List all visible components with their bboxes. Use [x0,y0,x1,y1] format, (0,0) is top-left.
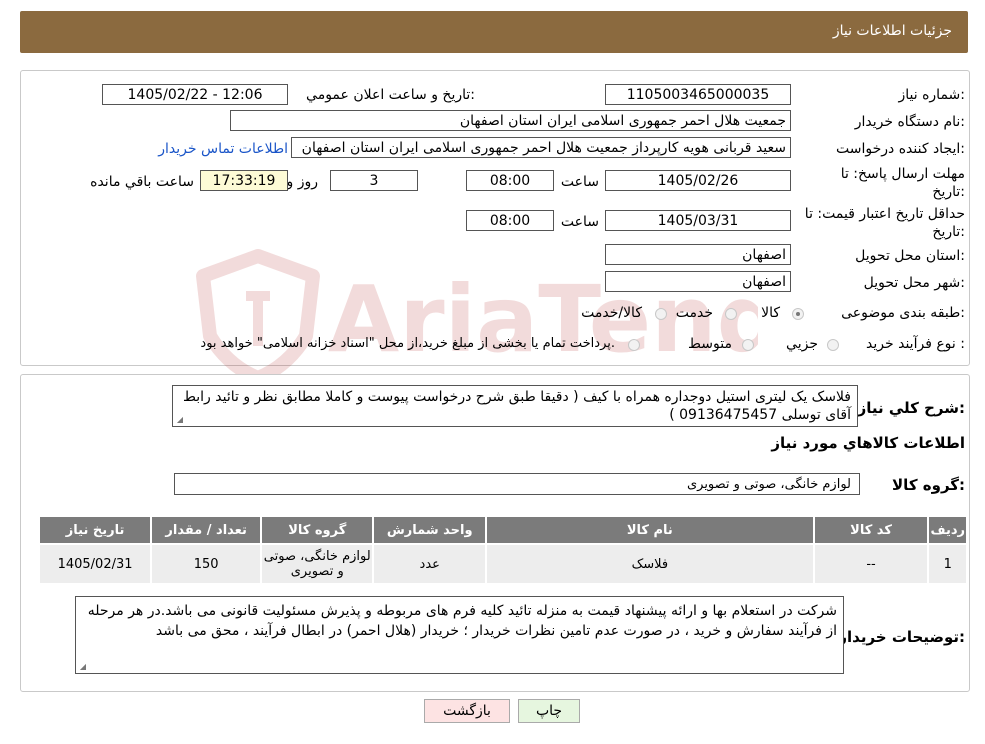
cell-quantity: 150 [152,545,261,583]
announce-datetime-label: تاریخ و ساعت اعلان عمومي: [306,87,475,103]
province-label: استان محل تحویل: [855,248,965,264]
cell-date: 1405/02/31 [40,545,151,583]
category-goods-radio[interactable] [792,308,804,320]
goods-group-field: لوازم خانگی، صوتی و تصویری [174,473,860,495]
cell-row-number: 1 [929,545,966,583]
buyer-org-field: جمعیت هلال احمر جمهوری اسلامی ایران استا… [230,110,791,131]
page-header: جزئیات اطلاعات نیاز [20,11,968,53]
price-validity-time-field: 08:00 [466,210,554,231]
category-service-label: خدمت [675,305,713,321]
cell-unit: عدد [374,545,486,583]
print-button[interactable]: چاپ [518,699,580,723]
need-number-label: شماره نیاز: [898,87,965,103]
days-label: روز و [286,174,319,190]
table-header-row: رديف كد كالا نام كالا واحد شمارش گروه كا… [40,517,966,543]
creator-field: سعید قربانی هویه کارپرداز جمعیت هلال احم… [291,137,791,158]
days-field: 3 [330,170,418,191]
goods-table-container: رديف كد كالا نام كالا واحد شمارش گروه كا… [38,515,968,585]
price-validity-label-date: تاریخ: [932,224,965,240]
col-header-row-number: رديف [929,517,966,543]
process-label: نوع فرآیند خرید : [866,336,965,352]
price-validity-label: حداقل تاریخ اعتبار قیمت: تا [804,206,965,222]
col-header-group: گروه كالا [262,517,373,543]
page-title: جزئیات اطلاعات نیاز [832,23,952,39]
resize-handle-icon[interactable]: ◢ [175,416,183,424]
category-label: طبقه بندی موضوعی: [841,305,965,321]
process-minor-label: جزيي [786,336,818,352]
buyer-org-label: نام دستگاه خریدار: [854,114,965,130]
deadline-label-date: تاریخ: [932,184,965,200]
deadline-time-label: ساعت [560,174,599,190]
col-header-name: نام كالا [487,517,813,543]
city-label: شهر محل تحویل: [863,275,965,291]
summary-text: فلاسک یک لیتری استیل دوجداره همراه با کی… [182,389,851,423]
price-validity-date-field: 1405/03/31 [605,210,791,231]
city-field: اصفهان [605,271,791,292]
category-service-radio[interactable] [725,308,737,320]
price-validity-time-label: ساعت [560,214,599,230]
creator-label: ایجاد کننده درخواست: [836,141,965,157]
cell-name: فلاسک [487,545,813,583]
col-header-unit: واحد شمارش [374,517,486,543]
remaining-time-field: 17:33:19 [200,170,288,191]
goods-table: رديف كد كالا نام كالا واحد شمارش گروه كا… [38,515,968,585]
back-button[interactable]: بازگشت [424,699,510,723]
deadline-time-field: 08:00 [466,170,554,191]
deadline-date-field: 1405/02/26 [605,170,791,191]
process-treasury-checkbox[interactable] [628,339,640,351]
province-field: اصفهان [605,244,791,265]
announce-datetime-field: 1405/02/22 - 12:06 [102,84,288,105]
summary-textarea[interactable]: فلاسک یک لیتری استیل دوجداره همراه با کی… [172,385,858,427]
col-header-quantity: تعداد / مقدار [152,517,261,543]
process-medium-radio[interactable] [742,339,754,351]
remaining-time-label: ساعت باقي مانده [90,174,194,190]
summary-label: شرح كلي نياز: [857,399,965,417]
buyer-notes-textarea[interactable]: شرکت در استعلام بها و ارائه پیشنهاد قیمت… [75,596,844,674]
goods-info-title: اطلاعات كالاهاي مورد نياز [771,434,965,452]
resize-handle-icon[interactable]: ◢ [78,663,86,671]
category-goods-service-label: کالا/خدمت [581,305,642,321]
deadline-label: مهلت ارسال پاسخ: تا [840,166,965,182]
process-medium-label: متوسط [688,336,732,352]
table-row: 1 -- فلاسک عدد لوازم خانگی، صوتی و تصویر… [40,545,966,583]
need-number-field: 1105003465000035 [605,84,791,105]
process-treasury-note: پرداخت تمام یا بخشی از مبلغ خرید،از محل … [200,336,615,351]
col-header-date: تاريخ نياز [40,517,151,543]
category-goods-service-radio[interactable] [655,308,667,320]
goods-group-label: گروه كالا: [892,476,965,494]
buyer-notes-text: شرکت در استعلام بها و ارائه پیشنهاد قیمت… [87,603,837,639]
cell-group: لوازم خانگی، صوتی و تصویری [262,545,373,583]
buyer-notes-label: توضيحات خريدار: [838,628,965,646]
buyer-contact-link[interactable]: اطلاعات تماس خریدار [158,141,288,157]
category-goods-label: کالا [761,305,780,321]
cell-code: -- [814,545,928,583]
col-header-code: كد كالا [814,517,928,543]
process-minor-radio[interactable] [827,339,839,351]
